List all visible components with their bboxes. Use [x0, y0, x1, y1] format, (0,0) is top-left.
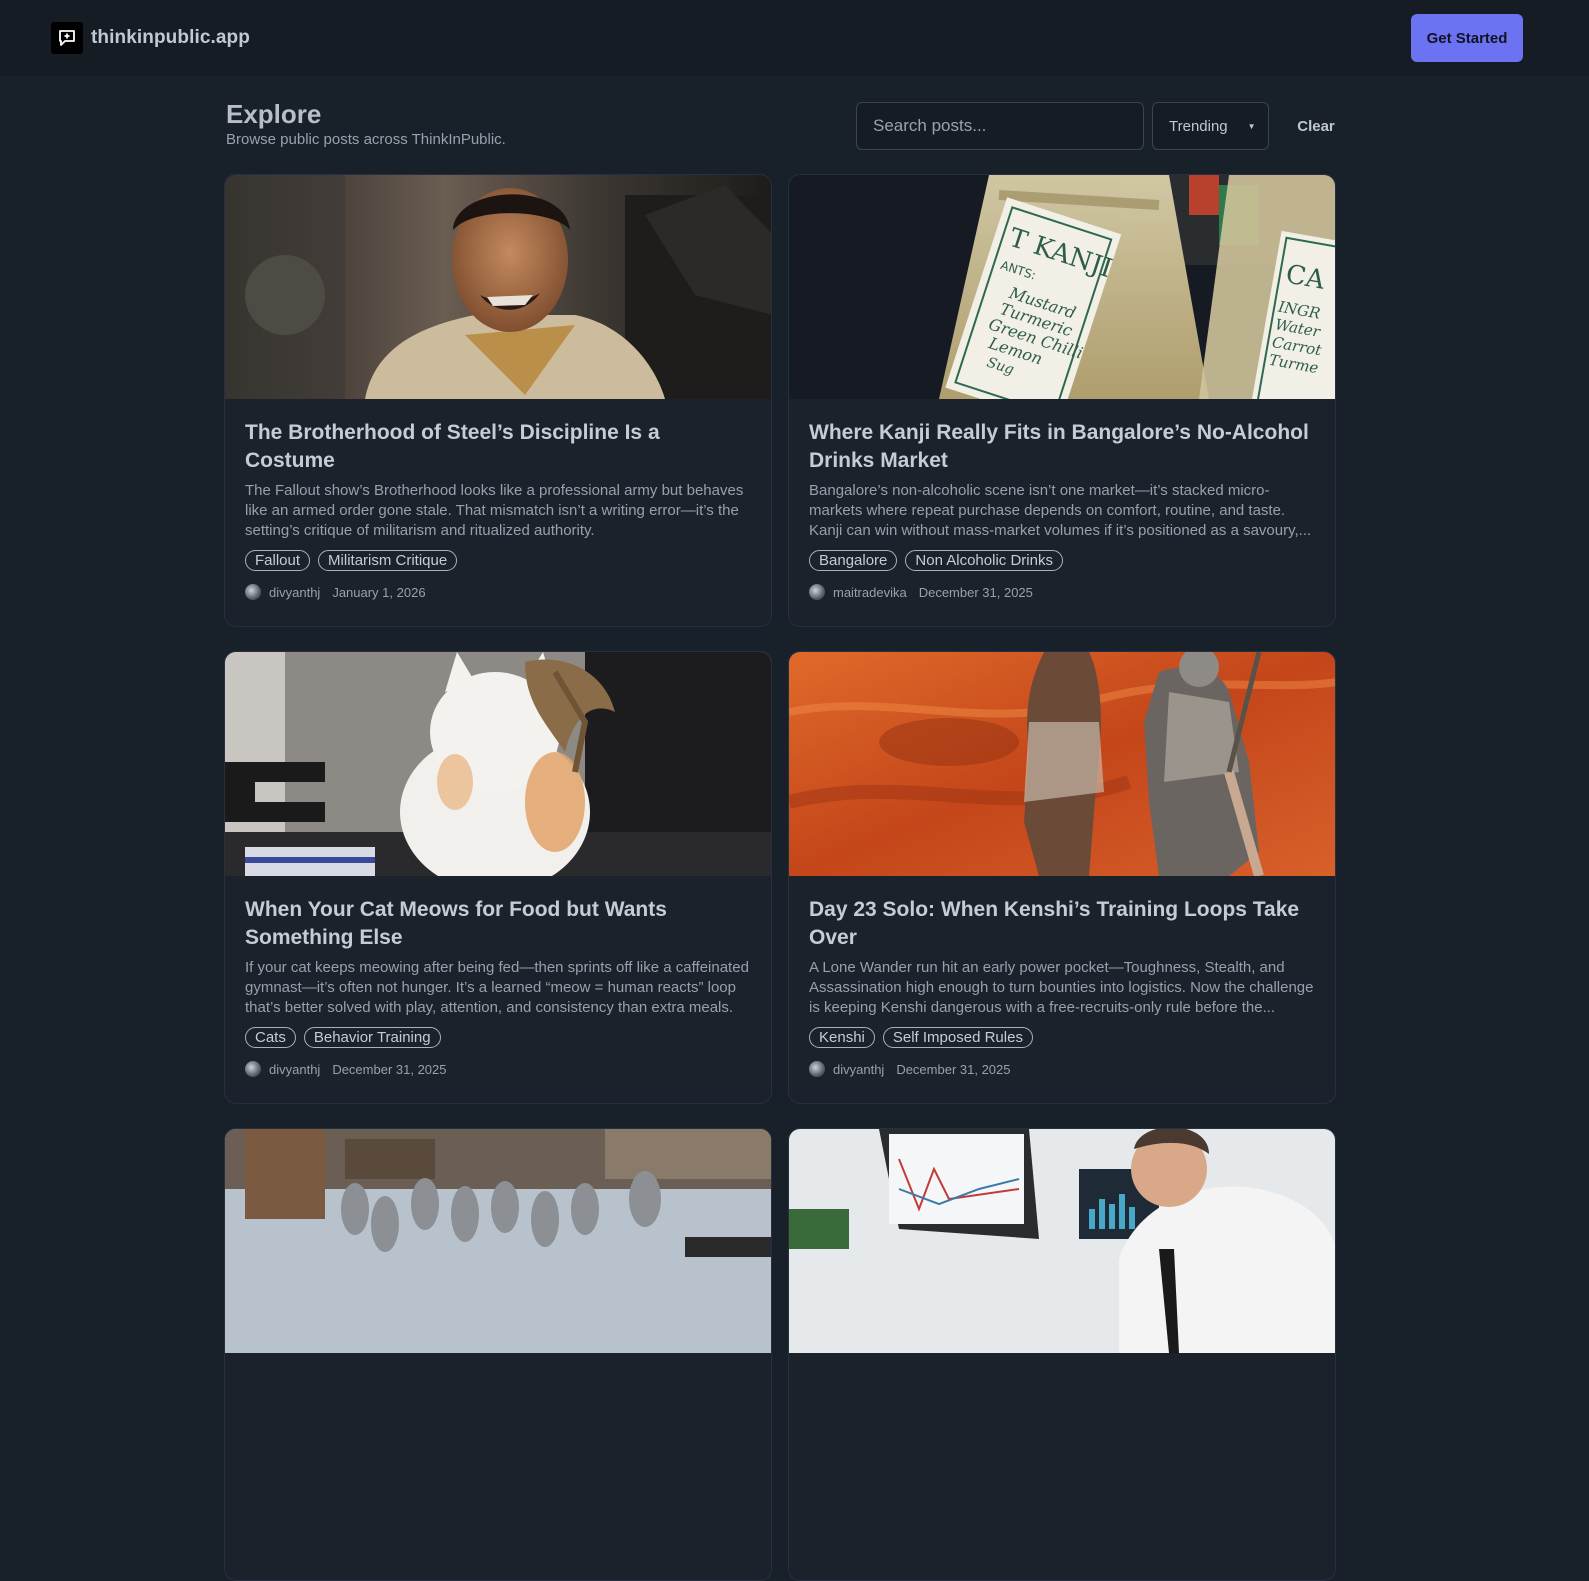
- post-date: January 1, 2026: [332, 584, 426, 600]
- post-card-body: Day 23 Solo: When Kenshi’s Training Loop…: [809, 896, 1317, 1018]
- post-cover-image: [225, 1129, 771, 1353]
- post-card[interactable]: When Your Cat Meows for Food but Wants S…: [224, 651, 772, 1104]
- author-name[interactable]: divyanthj: [833, 1062, 884, 1077]
- post-meta: divyanthj December 31, 2025: [809, 1061, 1011, 1077]
- post-title[interactable]: Day 23 Solo: When Kenshi’s Training Loop…: [809, 896, 1317, 952]
- post-meta: divyanthj December 31, 2025: [245, 1061, 447, 1077]
- brand-name: thinkinpublic.app: [91, 27, 250, 48]
- post-excerpt: Bangalore’s non-alcoholic scene isn’t on…: [809, 482, 1312, 539]
- author-name[interactable]: maitradevika: [833, 585, 907, 600]
- post-card[interactable]: [788, 1128, 1336, 1581]
- post-tags: Cats Behavior Training: [245, 1027, 441, 1048]
- tag-chip[interactable]: Self Imposed Rules: [882, 1027, 1033, 1048]
- post-tags: Fallout Militarism Critique: [245, 550, 458, 571]
- post-date: December 31, 2025: [896, 1061, 1011, 1077]
- brand[interactable]: thinkinpublic.app: [51, 22, 250, 54]
- tag-chip[interactable]: Behavior Training: [303, 1027, 441, 1048]
- post-card[interactable]: [224, 1128, 772, 1581]
- top-navbar: thinkinpublic.app Get Started: [0, 0, 1589, 76]
- tag-chip[interactable]: Bangalore: [809, 550, 898, 571]
- post-title[interactable]: Where Kanji Really Fits in Bangalore’s N…: [809, 419, 1317, 475]
- post-excerpt: The Fallout show’s Brotherhood looks lik…: [245, 482, 744, 539]
- post-cover-image: T KANJI ANTS: Mustard Turmeric Green Chi…: [789, 175, 1335, 399]
- post-meta: maitradevika December 31, 2025: [809, 584, 1033, 600]
- post-cover-image: [225, 175, 771, 399]
- search-input[interactable]: [856, 102, 1144, 150]
- post-cover-image: [225, 652, 771, 876]
- post-title[interactable]: The Brotherhood of Steel’s Discipline Is…: [245, 419, 753, 475]
- post-card[interactable]: Day 23 Solo: When Kenshi’s Training Loop…: [788, 651, 1336, 1104]
- post-date: December 31, 2025: [332, 1061, 447, 1077]
- post-card[interactable]: T KANJI ANTS: Mustard Turmeric Green Chi…: [788, 174, 1336, 627]
- caret-down-icon: ▼: [1247, 121, 1256, 131]
- author-name[interactable]: divyanthj: [269, 585, 320, 600]
- post-excerpt: If your cat keeps meowing after being fe…: [245, 959, 749, 1016]
- page-title: Explore: [226, 99, 322, 129]
- avatar[interactable]: [809, 584, 825, 600]
- tag-chip[interactable]: Cats: [245, 1027, 296, 1048]
- explore-header: Explore Browse public posts across Think…: [226, 76, 1346, 176]
- tag-chip[interactable]: Militarism Critique: [318, 550, 458, 571]
- page-subtitle: Browse public posts across ThinkInPublic…: [226, 131, 506, 148]
- post-tags: Kenshi Self Imposed Rules: [809, 1027, 1033, 1048]
- sort-dropdown[interactable]: Trending ▼: [1152, 102, 1269, 150]
- avatar[interactable]: [245, 1061, 261, 1077]
- explore-section: Explore Browse public posts across Think…: [224, 76, 1346, 1581]
- post-card-body: The Brotherhood of Steel’s Discipline Is…: [245, 419, 753, 541]
- post-meta: divyanthj January 1, 2026: [245, 584, 426, 600]
- tag-chip[interactable]: Fallout: [245, 550, 311, 571]
- avatar[interactable]: [245, 584, 261, 600]
- avatar[interactable]: [809, 1061, 825, 1077]
- sort-selected-value: Trending: [1169, 117, 1228, 135]
- clear-button[interactable]: Clear: [1286, 102, 1346, 150]
- chat-plus-icon: [51, 22, 83, 54]
- post-tags: Bangalore Non Alcoholic Drinks: [809, 550, 1063, 571]
- author-name[interactable]: divyanthj: [269, 1062, 320, 1077]
- post-card-body: Where Kanji Really Fits in Bangalore’s N…: [809, 419, 1317, 541]
- tag-chip[interactable]: Kenshi: [809, 1027, 875, 1048]
- post-excerpt: A Lone Wander run hit an early power poc…: [809, 959, 1314, 1016]
- post-cover-image: [789, 652, 1335, 876]
- post-date: December 31, 2025: [918, 584, 1033, 600]
- get-started-button[interactable]: Get Started: [1411, 14, 1523, 62]
- post-card[interactable]: The Brotherhood of Steel’s Discipline Is…: [224, 174, 772, 627]
- post-title[interactable]: When Your Cat Meows for Food but Wants S…: [245, 896, 753, 952]
- post-cover-image: [789, 1129, 1335, 1353]
- post-card-body: When Your Cat Meows for Food but Wants S…: [245, 896, 753, 1018]
- tag-chip[interactable]: Non Alcoholic Drinks: [905, 550, 1063, 571]
